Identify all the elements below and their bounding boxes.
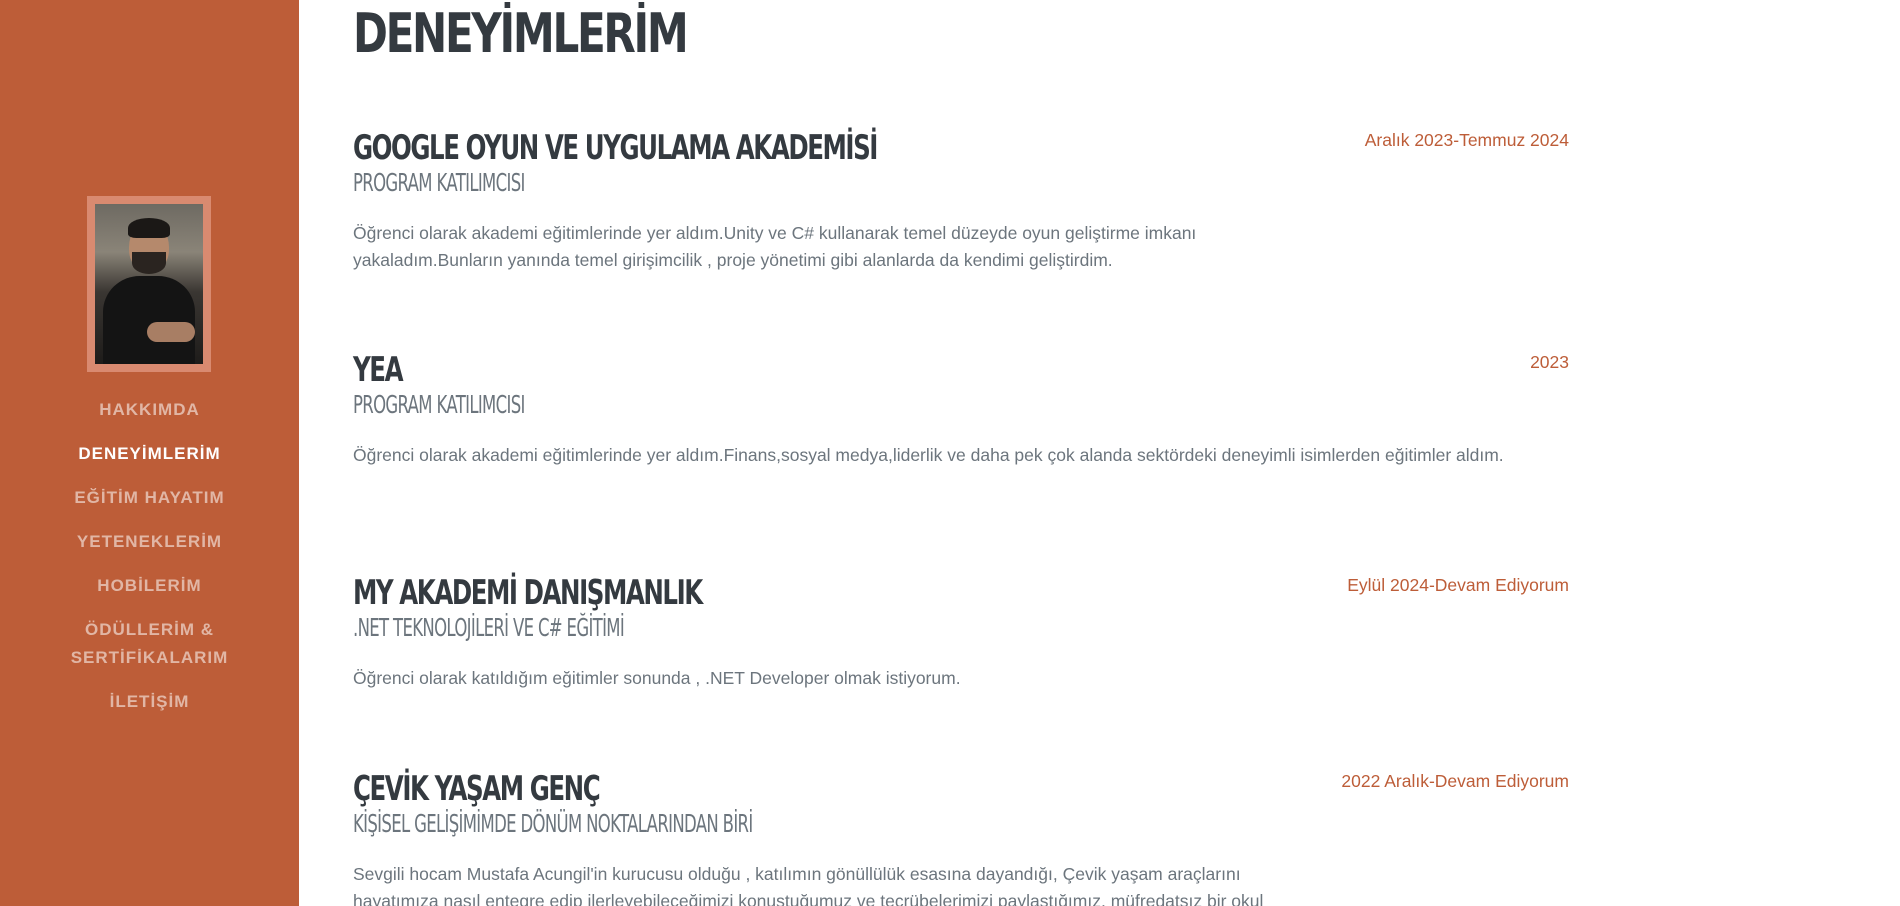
profile-photo (95, 204, 203, 364)
nav-item-hobilerim[interactable]: HOBİLERİM (0, 572, 299, 600)
nav-item-iletisim[interactable]: İLETİŞİM (0, 688, 299, 716)
nav-item-hakkimda[interactable]: HAKKIMDA (0, 396, 299, 424)
nav-item-egitim-hayatim[interactable]: EĞİTİM HAYATIM (0, 484, 299, 512)
page-title: DENEYİMLERİM (353, 2, 689, 65)
sidebar: HAKKIMDA DENEYİMLERİM EĞİTİM HAYATIM YET… (0, 0, 299, 906)
experience-title: ÇEVİK YAŞAM GENÇ (353, 769, 601, 809)
nav-item-odullerim-sertifikalarim[interactable]: ÖDÜLLERİM & SERTİFİKALARIM (0, 616, 299, 672)
experience-description: Öğrenci olarak akademi eğitimlerinde yer… (353, 445, 1504, 465)
experience-date: 2022 Aralık-Devam Ediyorum (1341, 771, 1569, 791)
experience-subtitle: KİŞİSEL GELİŞİMİMDE DÖNÜM NOKTALARINDAN … (353, 809, 753, 838)
experience-description: Sevgili hocam Mustafa Acungil'in kurucus… (353, 864, 1264, 906)
nav-item-deneyimlerim[interactable]: DENEYİMLERİM (0, 440, 299, 468)
experience-date: Eylül 2024-Devam Ediyorum (1347, 575, 1569, 595)
sidebar-nav: HAKKIMDA DENEYİMLERİM EĞİTİM HAYATIM YET… (0, 396, 299, 732)
experience-description: Öğrenci olarak akademi eğitimlerinde yer… (353, 223, 1197, 270)
experience-title: GOOGLE OYUN VE UYGULAMA AKADEMİSİ (353, 128, 878, 168)
experience-title: MY AKADEMİ DANIŞMANLIK (353, 573, 703, 613)
experience-subtitle: .NET TEKNOLOJİLERİ VE C# EĞİTİMİ (353, 613, 625, 642)
experience-date: 2023 (1530, 352, 1569, 372)
experience-item: ÇEVİK YAŞAM GENÇ KİŞİSEL GELİŞİMİMDE DÖN… (353, 769, 1569, 906)
experience-subtitle: PROGRAM KATILIMCISI (353, 390, 525, 419)
experience-subtitle: PROGRAM KATILIMCISI (353, 168, 525, 197)
experience-item: MY AKADEMİ DANIŞMANLIK .NET TEKNOLOJİLER… (353, 573, 1569, 692)
experience-description: Öğrenci olarak katıldığım eğitimler sonu… (353, 668, 961, 688)
nav-item-yeteneklerim[interactable]: YETENEKLERİM (0, 528, 299, 556)
experience-title: YEA (353, 350, 404, 390)
profile-photo-frame (87, 196, 211, 372)
experience-date: Aralık 2023-Temmuz 2024 (1364, 130, 1569, 150)
experience-item: YEA PROGRAM KATILIMCISI Öğrenci olarak a… (353, 350, 1569, 469)
experience-item: GOOGLE OYUN VE UYGULAMA AKADEMİSİ PROGRA… (353, 128, 1569, 274)
